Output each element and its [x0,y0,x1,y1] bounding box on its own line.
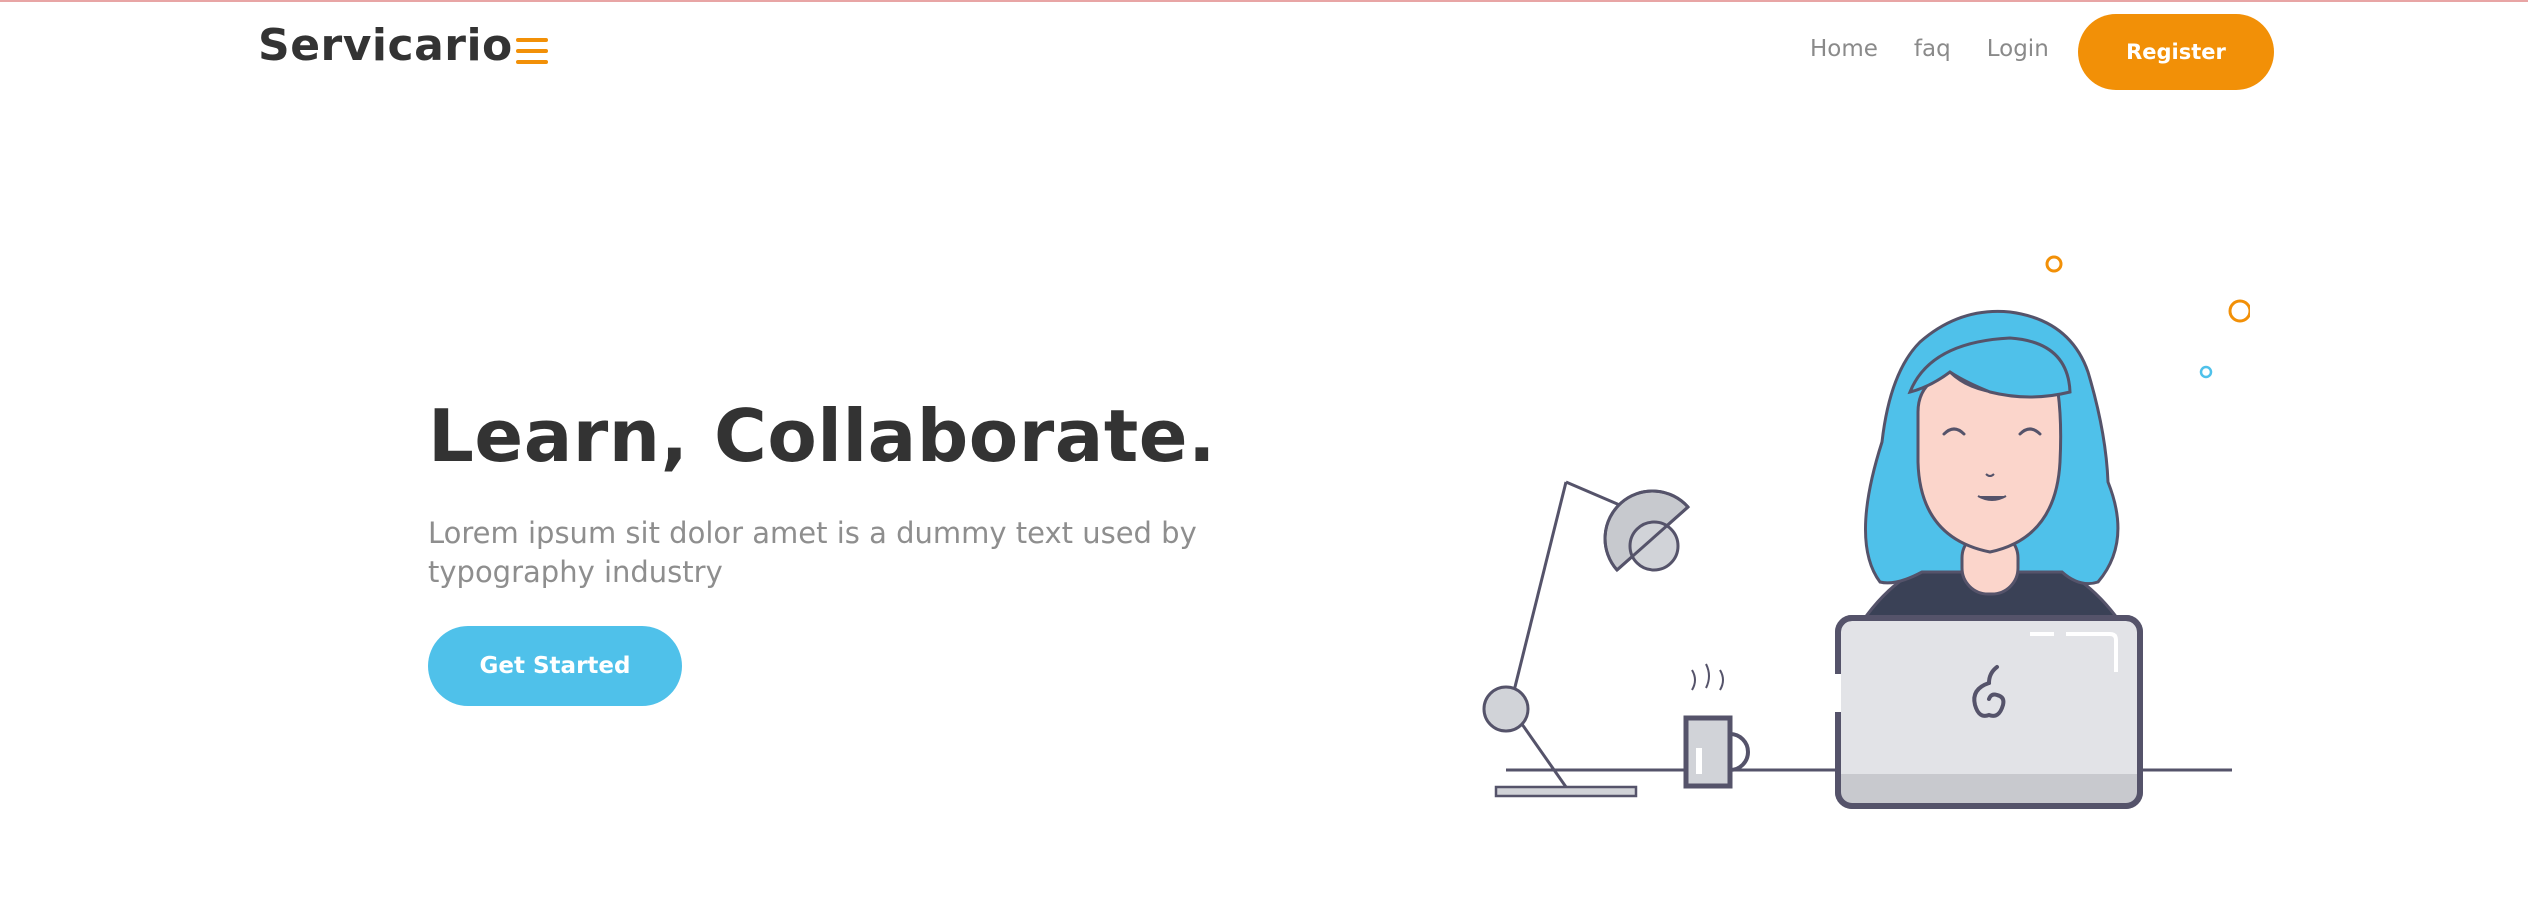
nav-link-faq[interactable]: faq [1914,36,1951,62]
nav-link-home[interactable]: Home [1810,36,1878,62]
register-button[interactable]: Register [2078,14,2274,90]
landing-page: Servicario Home faq Login Register Learn… [0,0,2528,916]
desk-lamp [1482,480,1691,798]
decor-circle-orange-small [2045,255,2063,273]
decor-circle-blue [2199,365,2213,379]
brand-logo[interactable]: Servicario [258,20,513,71]
hero-title: Learn, Collaborate. [428,394,1216,478]
coffee-mug [1683,663,1750,789]
woman-figure [1859,309,2123,624]
decor-circle-orange-large [2228,299,2250,323]
hero-subtitle: Lorem ipsum sit dolor amet is a dummy te… [428,516,1197,589]
nav-link-login[interactable]: Login [1987,36,2049,62]
get-started-button[interactable]: Get Started [428,626,682,706]
hero-illustration [1482,255,2250,809]
laptop [1835,615,2143,809]
top-navbar: Servicario Home faq Login Register [0,2,2528,102]
nav-links: Home faq Login [1810,36,2085,62]
hamburger-icon[interactable] [516,38,548,68]
